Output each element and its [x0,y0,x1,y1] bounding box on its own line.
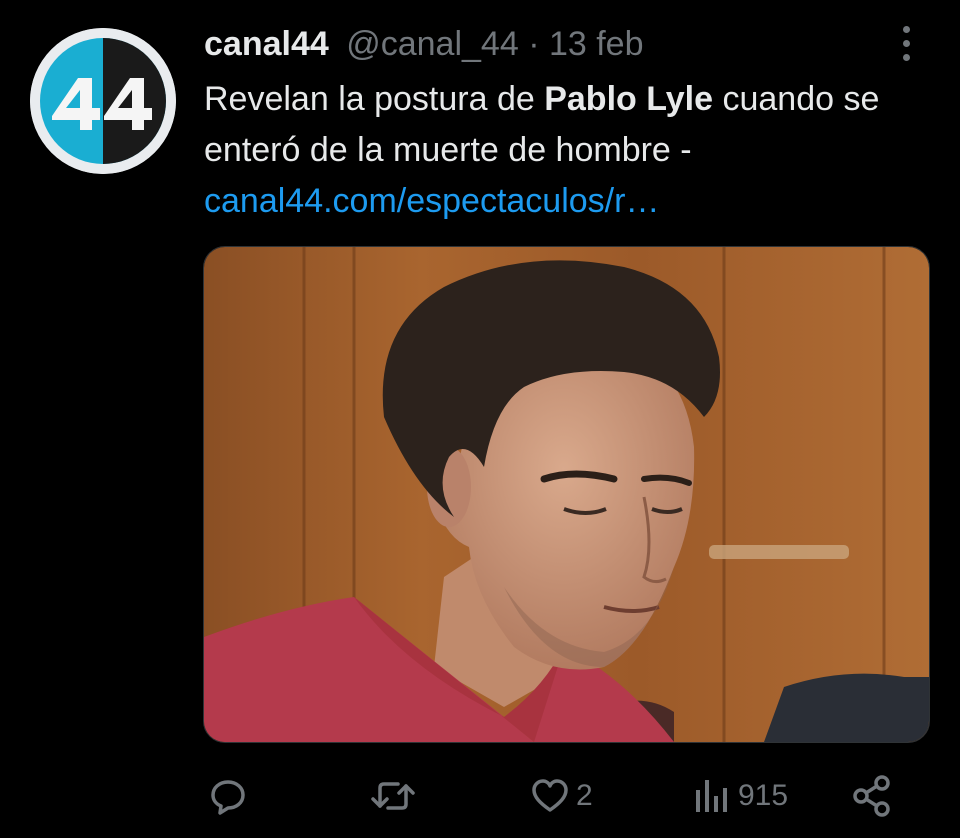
tweet-link[interactable]: canal44.com/espectaculos/r… [204,176,944,227]
retweet-button[interactable] [370,770,416,822]
more-options-icon[interactable] [896,24,918,64]
tweet-header: canal44 @canal_44 · 13 feb [204,22,644,66]
views-button[interactable]: 915 [692,770,788,822]
share-icon [853,775,890,817]
like-button[interactable]: 2 [530,770,593,822]
tweet-text-bold: Pablo Lyle [544,80,714,118]
tweet-media-image[interactable] [203,246,930,743]
tweet-actions: 2 915 [204,770,928,822]
heart-icon [532,779,568,812]
separator: · [518,25,549,63]
reply-button[interactable] [208,770,248,822]
photo [204,247,929,742]
reply-bubble-icon [211,780,245,815]
like-count: 2 [576,779,593,812]
display-name[interactable]: canal44 [204,25,329,63]
share-button[interactable] [852,770,894,822]
tweet-text: Revelan la postura de Pablo Lyle cuando … [204,74,944,227]
bar-chart-icon [696,780,727,812]
handle[interactable]: @canal_44 [346,25,519,63]
canal44-logo [30,28,176,174]
tweet-text-part: Revelan la postura de [204,80,545,118]
timestamp[interactable]: 13 feb [549,25,644,63]
views-count: 915 [738,779,789,812]
retweet-icon [371,782,415,810]
avatar[interactable] [30,28,176,174]
